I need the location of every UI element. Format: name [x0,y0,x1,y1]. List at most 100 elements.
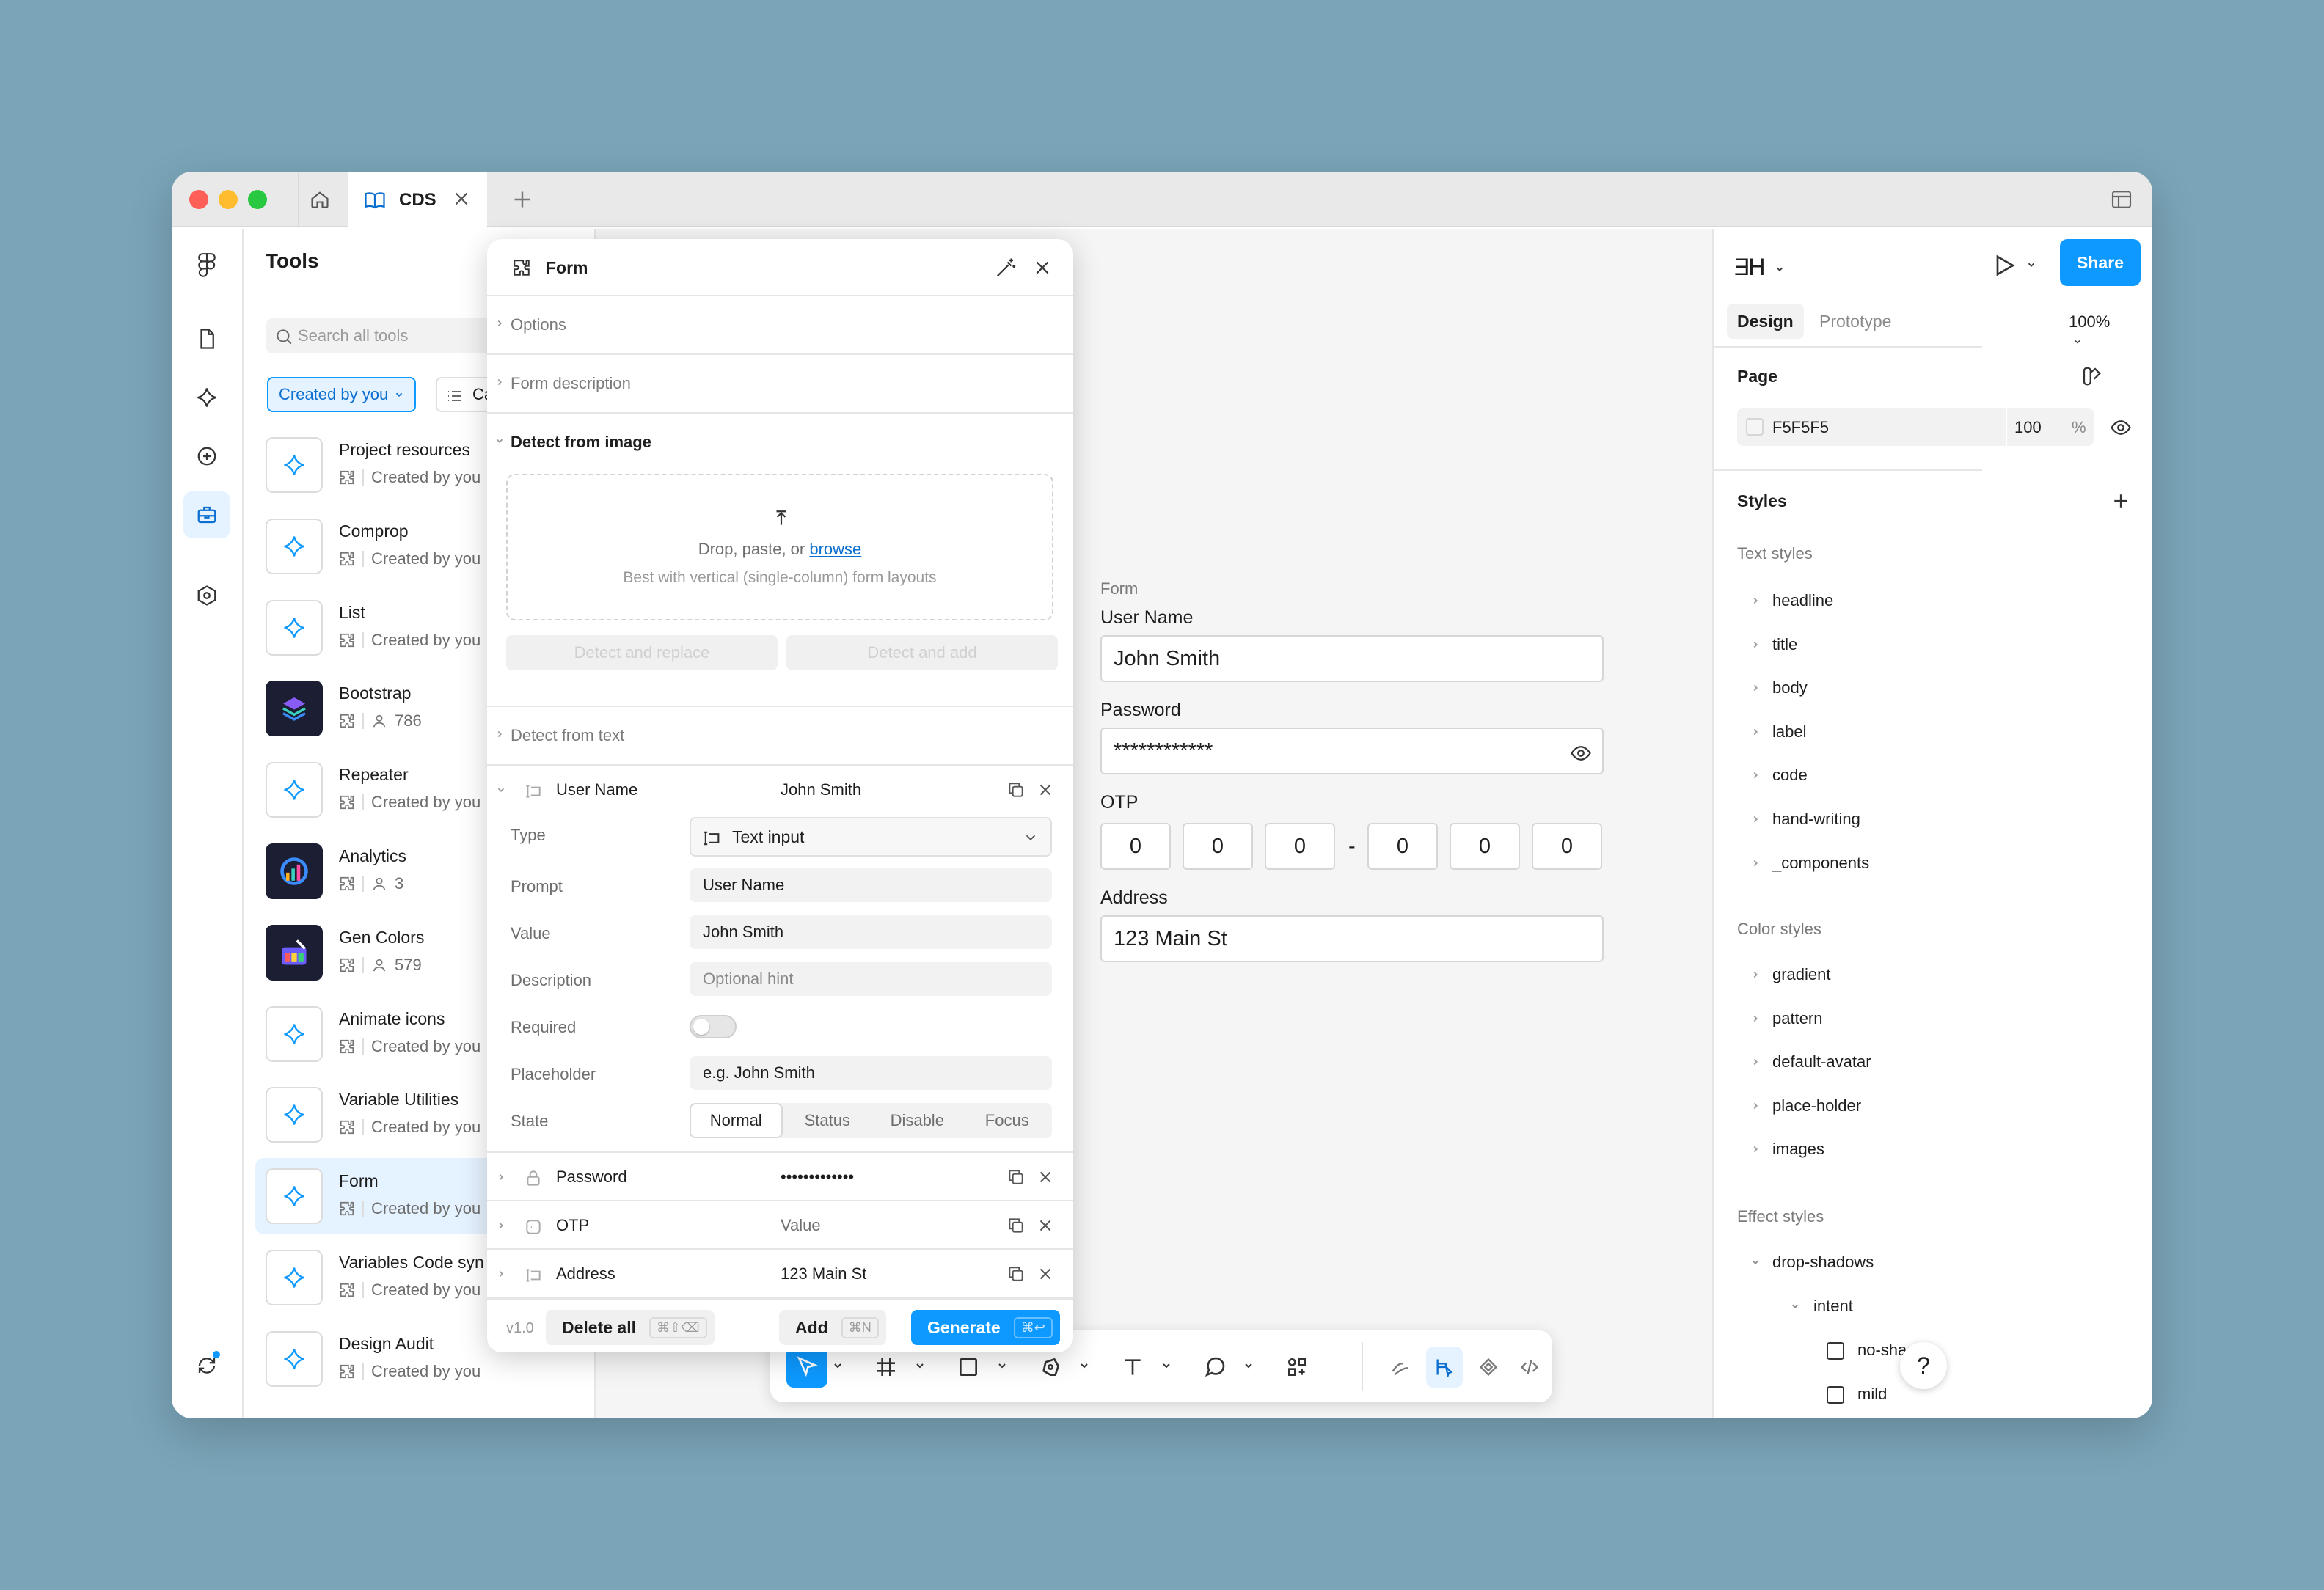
close-tab-icon[interactable] [450,188,472,210]
chevron-right-icon[interactable] [1750,970,1761,980]
chevron-right-icon[interactable] [1750,640,1761,650]
frame-label[interactable]: Form [1100,579,1138,598]
chevron-right-icon[interactable] [1750,770,1761,780]
field-row-otp[interactable]: OTP Value [487,1201,1073,1250]
otp-digit-4[interactable]: 0 [1367,823,1438,870]
tab-prototype[interactable]: Prototype [1809,304,1901,339]
required-toggle[interactable] [690,1015,737,1038]
chevron-down-icon[interactable] [496,785,506,795]
actions-tool[interactable] [1276,1347,1318,1388]
placeholder-input[interactable]: e.g. John Smith [690,1056,1052,1090]
detect-and-replace-button[interactable]: Detect and replace [506,635,778,670]
filter-created-by-you[interactable]: Created by you [267,377,417,412]
design-mode[interactable] [1426,1347,1463,1388]
style-item-pattern[interactable]: pattern [1772,1009,1823,1028]
section-detect-text[interactable]: Detect from text [487,707,1073,766]
chevron-down-icon[interactable] [914,1360,926,1371]
chevron-down-icon[interactable] [1243,1360,1254,1371]
duplicate-icon[interactable] [1006,780,1026,799]
panel-layout-icon[interactable] [2110,188,2133,211]
delete-all-button[interactable]: Delete all ⌘⇧⌫ [546,1310,715,1345]
rectangle-tool[interactable] [948,1347,989,1388]
chevron-right-icon[interactable] [1750,1057,1761,1067]
color-swatch[interactable] [1746,418,1764,436]
otp-digit-1[interactable]: 0 [1100,823,1171,870]
sync-button[interactable] [183,1342,230,1389]
chevron-right-icon[interactable] [1750,858,1761,868]
style-item-title[interactable]: title [1772,635,1797,654]
maximize-window-button[interactable] [248,190,267,209]
otp-digit-2[interactable]: 0 [1183,823,1253,870]
zoom-level[interactable]: 100% [2069,312,2110,351]
page-settings-icon[interactable] [2080,365,2102,387]
style-item-hand-writing[interactable]: hand-writing [1772,810,1860,829]
address-input[interactable]: 123 Main St [1100,915,1604,962]
dialog-header[interactable]: Form [487,239,1073,296]
duplicate-icon[interactable] [1006,1216,1026,1235]
tab-design[interactable]: Design [1727,304,1804,339]
pen-tool[interactable] [1030,1347,1071,1388]
close-icon[interactable] [1036,1216,1055,1235]
new-tab-icon[interactable] [509,186,536,213]
eye-icon[interactable] [1570,742,1592,764]
insert-button[interactable] [183,433,230,480]
chevron-right-icon[interactable] [1750,1014,1761,1024]
page-color-field[interactable]: F5F5F5 100 % [1737,408,2094,446]
duplicate-icon[interactable] [1006,1264,1026,1283]
section-form-description[interactable]: Form description [487,355,1073,414]
effect-subgroup-intent[interactable]: intent [1813,1297,1853,1316]
chevron-right-icon[interactable] [1750,683,1761,693]
chevron-down-icon[interactable] [494,436,505,446]
close-icon[interactable] [1036,780,1055,799]
effect-group-drop-shadows[interactable]: drop-shadows [1772,1253,1874,1272]
chevron-down-icon[interactable] [832,1360,844,1371]
style-item-components[interactable]: _components [1772,854,1869,873]
move-tool[interactable] [786,1347,827,1388]
password-input[interactable]: ************ [1100,728,1604,774]
state-focus[interactable]: Focus [962,1103,1053,1138]
close-window-button[interactable] [189,190,208,209]
chevron-right-icon[interactable] [1750,727,1761,737]
close-icon[interactable] [1031,257,1053,279]
section-detect-image-label[interactable]: Detect from image [511,433,651,452]
text-tool[interactable] [1112,1347,1153,1388]
style-item-place-holder[interactable]: place-holder [1772,1096,1861,1115]
chevron-down-icon[interactable] [1750,1257,1761,1267]
chevron-down-icon[interactable] [2026,260,2036,270]
share-button[interactable]: Share [2060,239,2141,286]
otp-digit-6[interactable]: 0 [1532,823,1602,870]
field-row-password[interactable]: Password ••••••••••••• [487,1153,1073,1201]
style-item-label[interactable]: label [1772,722,1806,741]
chevron-right-icon[interactable] [1750,1144,1761,1154]
help-button[interactable]: ? [1900,1342,1947,1389]
frame-tool[interactable] [866,1347,907,1388]
state-status[interactable]: Status [783,1103,873,1138]
detect-and-add-button[interactable]: Detect and add [786,635,1058,670]
chevron-right-icon[interactable] [1750,814,1761,824]
section-options[interactable]: Options [487,296,1073,355]
style-item-code[interactable]: code [1772,766,1808,785]
duplicate-icon[interactable] [1006,1168,1026,1187]
otp-digit-5[interactable]: 0 [1450,823,1520,870]
image-dropzone[interactable]: Drop, paste, or browse Best with vertica… [506,474,1053,620]
dev-mode[interactable] [1511,1347,1548,1388]
magic-wand-icon[interactable] [995,257,1017,279]
style-item-default-avatar[interactable]: default-avatar [1772,1052,1871,1071]
play-icon[interactable] [1991,252,2017,279]
draw-mode[interactable] [1382,1347,1419,1388]
field-row-address[interactable]: Address 123 Main St [487,1250,1073,1298]
style-item-gradient[interactable]: gradient [1772,965,1831,984]
close-icon[interactable] [1036,1264,1055,1283]
pages-button[interactable] [183,315,230,362]
chevron-down-icon[interactable] [1790,1301,1800,1311]
chevron-down-icon[interactable] [996,1360,1008,1371]
field-name[interactable]: User Name [556,780,637,799]
home-tab[interactable] [298,172,340,227]
close-icon[interactable] [1036,1168,1055,1187]
eye-icon[interactable] [2110,417,2132,439]
value-input[interactable]: John Smith [690,915,1052,949]
prompt-input[interactable]: User Name [690,868,1052,902]
figma-menu-button[interactable] [183,242,230,289]
style-item-headline[interactable]: headline [1772,591,1833,610]
generate-button[interactable]: Generate ⌘↩ [911,1310,1060,1345]
